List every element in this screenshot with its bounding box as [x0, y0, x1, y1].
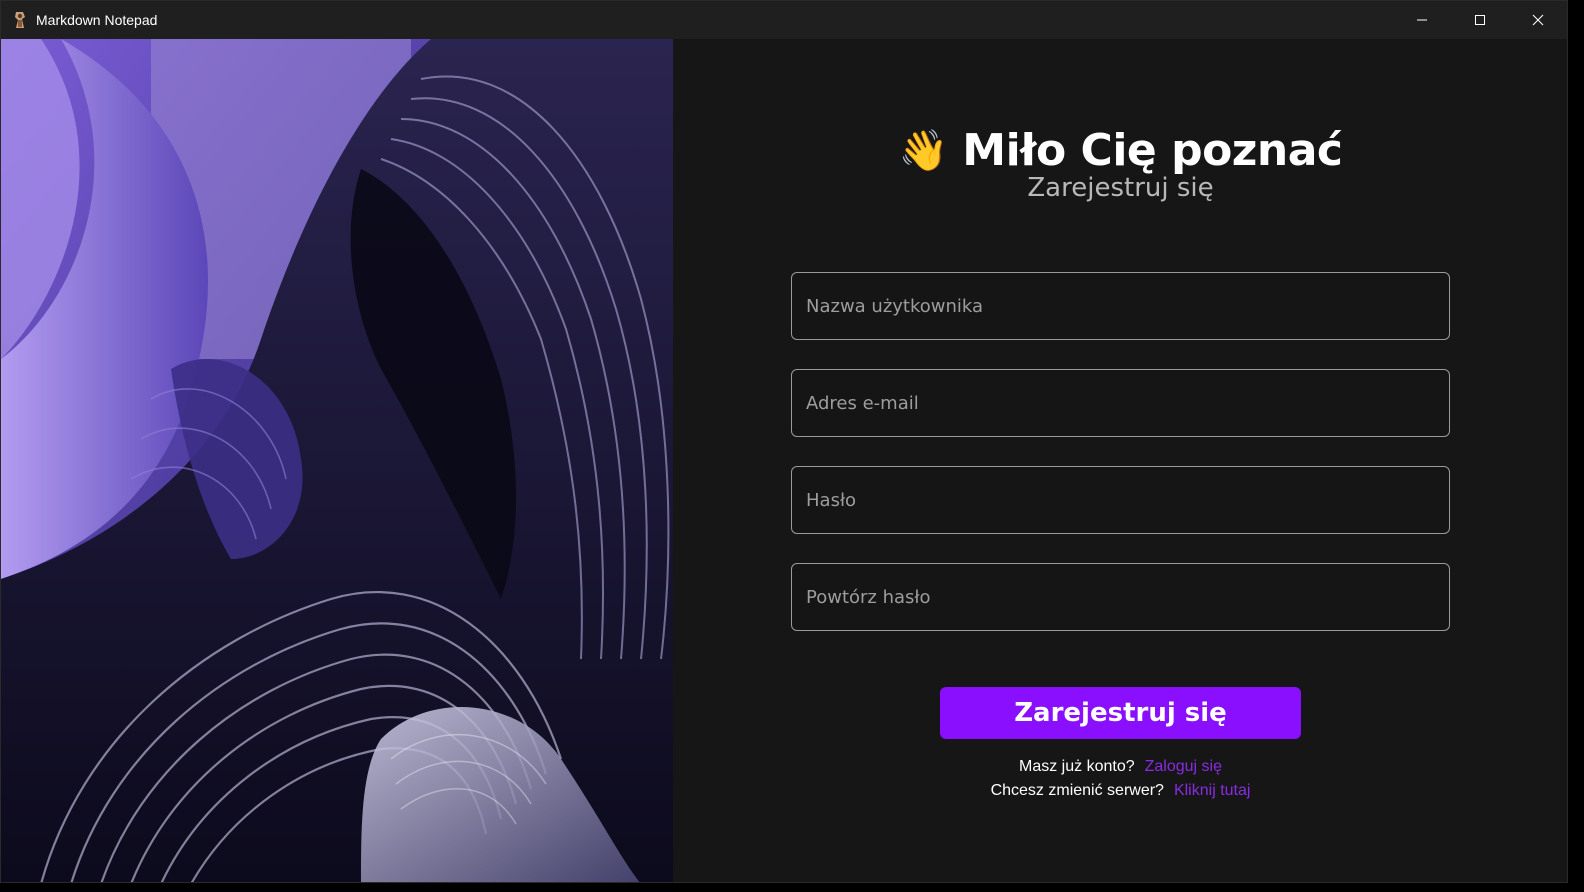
maximize-icon	[1475, 15, 1485, 25]
app-window: Markdown Notepad 👋 Miło Cię poznać Zarej…	[0, 0, 1568, 883]
minimize-icon	[1417, 19, 1427, 21]
page-heading: 👋 Miło Cię poznać	[673, 125, 1567, 176]
server-question: Chcesz zmienić serwer?	[990, 782, 1164, 799]
password-input[interactable]	[792, 467, 1449, 533]
minimize-button[interactable]	[1393, 1, 1451, 39]
change-server-link[interactable]: Kliknij tutaj	[1174, 782, 1250, 799]
waving-hand-icon: 👋	[898, 127, 949, 174]
app-logo-icon	[12, 11, 28, 29]
login-question: Masz już konto?	[1019, 758, 1135, 775]
decorative-wallpaper-image	[1, 39, 673, 882]
registration-panel: 👋 Miło Cię poznać Zarejestruj się Zareje…	[673, 39, 1567, 882]
maximize-button[interactable]	[1451, 1, 1509, 39]
page-title: Miło Cię poznać	[962, 125, 1343, 176]
close-button[interactable]	[1509, 1, 1567, 39]
close-icon	[1532, 14, 1544, 26]
username-input[interactable]	[792, 273, 1449, 339]
title-bar[interactable]: Markdown Notepad	[1, 1, 1567, 39]
email-input[interactable]	[792, 370, 1449, 436]
repeat-password-input[interactable]	[792, 564, 1449, 630]
email-field[interactable]	[791, 369, 1450, 437]
server-prompt: Chcesz zmienić serwer? Kliknij tutaj	[673, 782, 1567, 800]
repeat-password-field[interactable]	[791, 563, 1450, 631]
login-link[interactable]: Zaloguj się	[1145, 758, 1222, 775]
window-title: Markdown Notepad	[36, 12, 158, 28]
page-subtitle: Zarejestruj się	[1027, 173, 1214, 203]
register-button[interactable]: Zarejestruj się	[940, 687, 1301, 739]
username-field[interactable]	[791, 272, 1450, 340]
window-controls	[1393, 1, 1567, 39]
login-prompt: Masz już konto? Zaloguj się	[673, 758, 1567, 776]
password-field[interactable]	[791, 466, 1450, 534]
